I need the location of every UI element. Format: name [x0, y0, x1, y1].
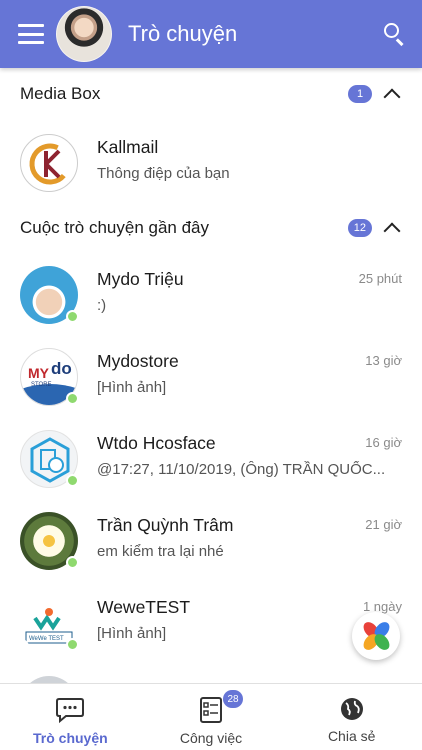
svg-text:do: do: [51, 359, 72, 378]
section-title: Cuộc trò chuyện gần đây: [20, 218, 210, 237]
app-bar: Trò chuyện: [0, 0, 422, 68]
message-preview: Thông điệp của bạn: [97, 165, 230, 182]
timestamp: 1 ngày: [362, 599, 402, 614]
recent-conversations-header[interactable]: Cuộc trò chuyện gần đây 12: [0, 206, 422, 250]
profile-avatar[interactable]: [56, 6, 112, 62]
message-preview: em kiểm tra lại nhé: [97, 543, 224, 560]
message-preview: [Hình ảnh]: [97, 379, 167, 396]
conversation-row[interactable]: Mydo Triệu :) 25 phút: [0, 254, 422, 332]
timestamp: 25 phút: [358, 271, 402, 286]
conversation-row[interactable]: Wtdo Hcosface @17:27, 11/10/2019, (Ông) …: [0, 418, 422, 496]
conversation-row[interactable]: Trần Quỳnh Trâm em kiểm tra lại nhé 21 g…: [0, 500, 422, 578]
svg-text:MY: MY: [28, 365, 50, 381]
conversation-row[interactable]: MY do STORE Mydostore [Hình ảnh] 13 giờ: [0, 336, 422, 414]
nav-tasks[interactable]: 28 Công việc: [141, 684, 282, 750]
notification-badge: 28: [223, 690, 243, 708]
contact-name: Trần Quỳnh Trâm: [97, 515, 234, 535]
menu-icon[interactable]: [18, 24, 44, 44]
svg-text:WeWe TEST: WeWe TEST: [29, 636, 64, 642]
nav-label: Trò chuyện: [32, 730, 108, 746]
online-indicator: [66, 474, 79, 487]
nav-chat[interactable]: Trò chuyện: [0, 684, 141, 750]
kallmail-logo-icon: [20, 134, 78, 192]
bottom-navigation: Trò chuyện 28 Công việc Chia sẻ: [0, 683, 422, 750]
chevron-up-icon[interactable]: [383, 88, 401, 106]
timestamp: 16 giờ: [365, 435, 402, 450]
list-item[interactable]: Kallmail Thông điệp của bạn: [0, 122, 422, 200]
message-preview: @17:27, 11/10/2019, (Ông) TRẦN QUỐC...: [97, 461, 386, 478]
count-badge: 1: [348, 85, 372, 103]
online-indicator: [66, 638, 79, 651]
app-launcher-icon[interactable]: [352, 612, 400, 660]
section-title: Media Box: [20, 84, 101, 103]
timestamp: 13 giờ: [365, 353, 402, 368]
page-title: Trò chuyện: [128, 21, 238, 46]
search-icon[interactable]: [374, 14, 414, 54]
nav-share[interactable]: Chia sẻ: [281, 684, 422, 750]
contact-name: Wtdo Hcosface: [97, 433, 216, 453]
globe-icon: [340, 698, 363, 720]
timestamp: 21 giờ: [365, 517, 402, 532]
online-indicator: [66, 392, 79, 405]
online-indicator: [66, 310, 79, 323]
chat-bubble-icon: [56, 698, 85, 724]
media-box-header[interactable]: Media Box 1: [0, 72, 422, 116]
contact-name: Kallmail: [97, 137, 159, 157]
chevron-up-icon[interactable]: [383, 222, 401, 240]
nav-label: Công việc: [179, 730, 243, 746]
nav-label: Chia sẻ: [327, 728, 376, 744]
contact-name: WeweTEST: [97, 597, 191, 617]
contact-name: Mydo Triệu: [97, 269, 184, 289]
online-indicator: [66, 556, 79, 569]
message-preview: :): [97, 297, 107, 314]
count-badge: 12: [347, 219, 372, 237]
task-list-icon: [200, 697, 222, 723]
svg-text:STORE: STORE: [31, 382, 52, 388]
contact-name: Mydostore: [97, 351, 179, 371]
